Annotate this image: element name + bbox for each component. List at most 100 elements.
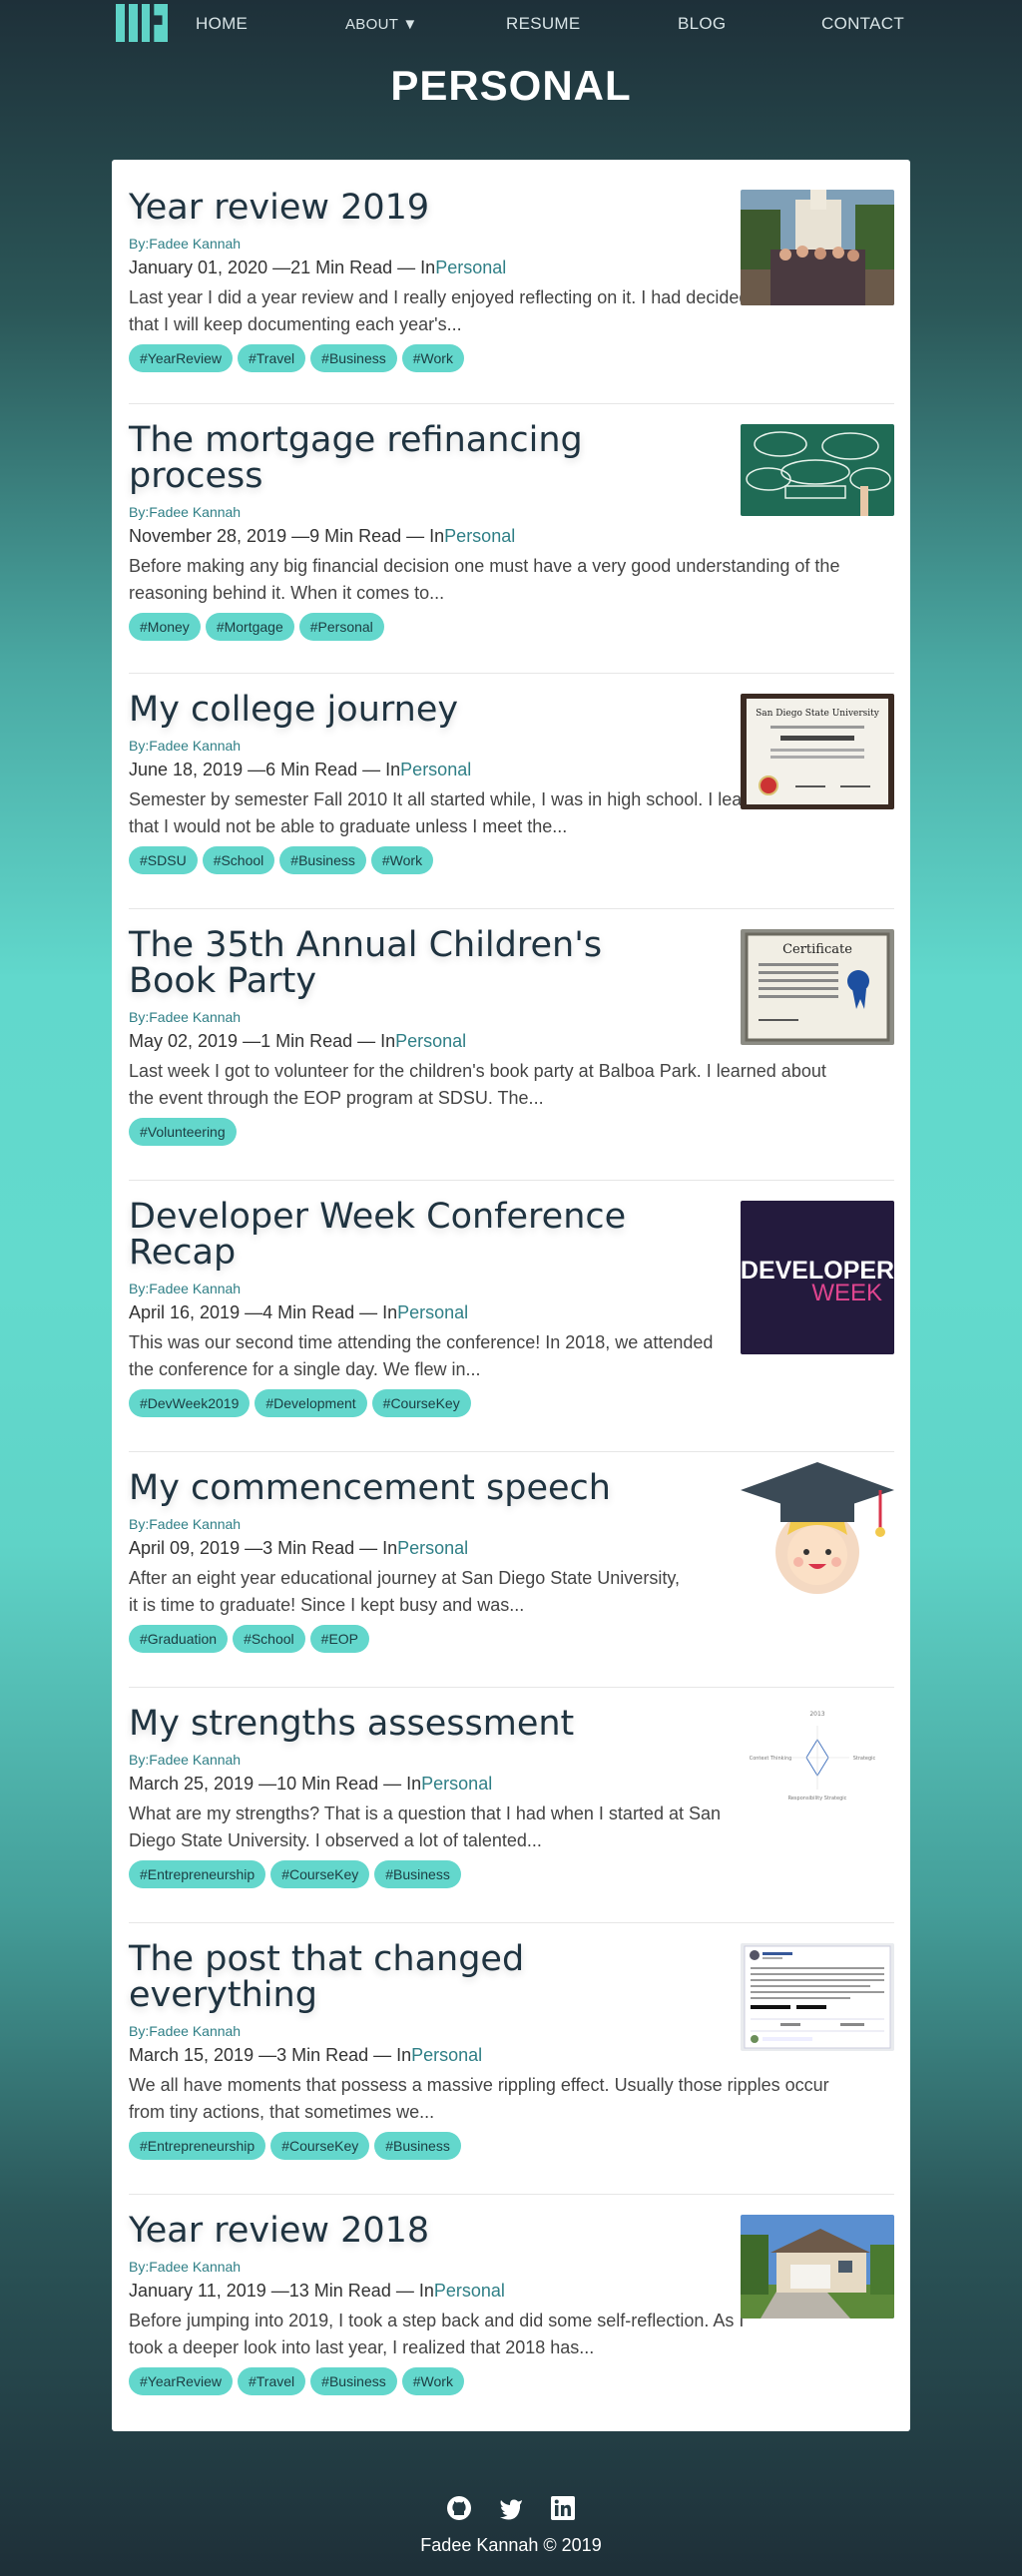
post-title[interactable]: The 35th Annual Children's Book Party — [129, 927, 688, 999]
post-date-readtime: April 09, 2019 —3 Min Read — In — [129, 1538, 398, 1558]
post-title[interactable]: My commencement speech — [129, 1470, 688, 1506]
post-title[interactable]: The mortgage refinancing process — [129, 422, 688, 494]
certificate-title: Certificate — [782, 942, 852, 957]
post-item: My college journey By:Fadee Kannah June … — [129, 674, 894, 909]
tag-chip[interactable]: #Entrepreneurship — [129, 2132, 266, 2160]
post-thumbnail-social-post[interactable] — [741, 1943, 894, 2051]
strengths-top-label: 2013 — [809, 1711, 824, 1718]
post-list-card: Year review 2019 By:Fadee Kannah January… — [112, 160, 910, 2431]
tag-chip[interactable]: #Business — [374, 2132, 461, 2160]
twitter-icon[interactable] — [498, 2495, 524, 2521]
post-category-link[interactable]: Personal — [434, 2281, 505, 2301]
post-meta: November 28, 2019 —9 Min Read — InPerson… — [129, 526, 894, 547]
post-thumbnail-graduate-avatar[interactable] — [741, 1460, 894, 1600]
post-category-link[interactable]: Personal — [444, 526, 515, 546]
nav-blog-link[interactable]: BLOG — [678, 14, 726, 34]
post-date-readtime: January 11, 2019 —13 Min Read — In — [129, 2281, 434, 2301]
post-category-link[interactable]: Personal — [397, 1302, 468, 1322]
post-item: The post that changed everything By:Fade… — [129, 1923, 894, 2195]
tag-chip[interactable]: #Work — [401, 2367, 464, 2395]
post-item: The 35th Annual Children's Book Party By… — [129, 909, 894, 1181]
tag-chip[interactable]: #SDSU — [129, 846, 198, 874]
tag-chip[interactable]: #Development — [255, 1389, 367, 1417]
post-category-link[interactable]: Personal — [400, 760, 471, 779]
post-category-link[interactable]: Personal — [421, 1774, 492, 1794]
post-item: Year review 2019 By:Fadee Kannah January… — [129, 160, 894, 404]
post-excerpt: Before jumping into 2019, I took a step … — [129, 2311, 745, 2357]
tag-chip[interactable]: #Volunteering — [129, 1118, 237, 1146]
tag-chip[interactable]: #School — [202, 846, 275, 874]
top-nav: HOME ABOUT ▼ RESUME BLOG CONTACT — [0, 0, 1022, 50]
copyright-text: Fadee Kannah © 2019 — [420, 2535, 602, 2555]
tag-chip[interactable]: #Business — [310, 2367, 397, 2395]
strengths-bottom-label: Responsibility Strategic — [788, 1796, 847, 1802]
post-title[interactable]: My strengths assessment — [129, 1706, 688, 1742]
post-tags: #Money #Mortgage #Personal — [129, 613, 894, 641]
post-date-readtime: April 16, 2019 —4 Min Read — In — [129, 1302, 398, 1322]
post-title[interactable]: Year review 2019 — [129, 190, 688, 226]
post-item: Developer Week Conference Recap By:Fadee… — [129, 1181, 894, 1452]
post-tags: #YearReview #Travel #Business #Work — [129, 344, 894, 372]
post-excerpt: Last week I got to volunteer for the chi… — [129, 1061, 826, 1108]
linkedin-icon[interactable] — [550, 2495, 576, 2521]
tag-chip[interactable]: #Work — [370, 846, 434, 874]
post-date-readtime: March 15, 2019 —3 Min Read — In — [129, 2045, 412, 2065]
post-thumbnail-chalkboard[interactable] — [741, 424, 894, 516]
tag-chip[interactable]: #Business — [374, 1860, 461, 1888]
post-thumbnail-campus-photo[interactable] — [741, 190, 894, 305]
social-links — [0, 2495, 1022, 2521]
tag-chip[interactable]: #Entrepreneurship — [129, 1860, 266, 1888]
post-tags: #Entrepreneurship #CourseKey #Business — [129, 1860, 894, 1888]
tag-chip[interactable]: #School — [233, 1625, 305, 1653]
post-item: My strengths assessment By:Fadee Kannah … — [129, 1688, 894, 1923]
post-item: My commencement speech By:Fadee Kannah A… — [129, 1452, 894, 1688]
post-tags: #Volunteering — [129, 1118, 894, 1146]
tag-chip[interactable]: #CourseKey — [371, 1389, 471, 1417]
logo-bar — [154, 4, 168, 42]
post-tags: #Graduation #School #EOP — [129, 1625, 894, 1653]
tag-chip[interactable]: #Work — [401, 344, 464, 372]
tag-chip[interactable]: #Travel — [237, 344, 306, 372]
post-excerpt: What are my strengths? That is a questio… — [129, 1803, 721, 1850]
nav-contact-link[interactable]: CONTACT — [821, 14, 904, 34]
post-thumbnail-diploma[interactable]: San Diego State University — [741, 694, 894, 809]
post-date-readtime: March 25, 2019 —10 Min Read — In — [129, 1774, 422, 1794]
post-title[interactable]: Year review 2018 — [129, 2213, 688, 2249]
post-title[interactable]: Developer Week Conference Recap — [129, 1199, 688, 1271]
tag-chip[interactable]: #Personal — [298, 613, 384, 641]
nav-resume-link[interactable]: RESUME — [506, 14, 581, 34]
tag-chip[interactable]: #Graduation — [129, 1625, 229, 1653]
post-thumbnail-certificate[interactable]: Certificate — [741, 929, 894, 1045]
tag-chip[interactable]: #Business — [279, 846, 366, 874]
nav-home-link[interactable]: HOME — [196, 14, 248, 34]
tag-chip[interactable]: #CourseKey — [270, 1860, 370, 1888]
tag-chip[interactable]: #Mortgage — [205, 613, 294, 641]
post-thumbnail-house-photo[interactable] — [741, 2215, 894, 2318]
tag-chip[interactable]: #Money — [129, 613, 201, 641]
tag-chip[interactable]: #Travel — [237, 2367, 306, 2395]
tag-chip[interactable]: #EOP — [309, 1625, 370, 1653]
tag-chip[interactable]: #DevWeek2019 — [129, 1389, 251, 1417]
strengths-right-label: Strategic — [853, 1756, 876, 1762]
post-tags: #YearReview #Travel #Business #Work — [129, 2367, 894, 2395]
tag-chip[interactable]: #YearReview — [129, 344, 233, 372]
github-icon[interactable] — [446, 2495, 472, 2521]
post-title[interactable]: My college journey — [129, 692, 688, 728]
post-excerpt: Semester by semester Fall 2010 It all st… — [129, 789, 778, 836]
tag-chip[interactable]: #Business — [310, 344, 397, 372]
post-category-link[interactable]: Personal — [397, 1538, 468, 1558]
tag-chip[interactable]: #YearReview — [129, 2367, 233, 2395]
post-excerpt: This was our second time attending the c… — [129, 1332, 714, 1379]
post-category-link[interactable]: Personal — [435, 258, 506, 277]
post-thumbnail-strengths-chart[interactable]: 2013 Context Thinking Strategic Responsi… — [741, 1708, 894, 1807]
post-title[interactable]: The post that changed everything — [129, 1941, 688, 2013]
post-category-link[interactable]: Personal — [411, 2045, 482, 2065]
post-date-readtime: May 02, 2019 —1 Min Read — In — [129, 1031, 396, 1051]
post-category-link[interactable]: Personal — [395, 1031, 466, 1051]
nav-about-dropdown[interactable]: ABOUT ▼ — [345, 16, 418, 33]
post-tags: #DevWeek2019 #Development #CourseKey — [129, 1389, 894, 1417]
site-logo[interactable] — [116, 4, 168, 42]
post-date-readtime: June 18, 2019 —6 Min Read — In — [129, 760, 401, 779]
tag-chip[interactable]: #CourseKey — [270, 2132, 370, 2160]
post-thumbnail-developer-week[interactable]: DEVELOPER WEEK — [741, 1201, 894, 1354]
